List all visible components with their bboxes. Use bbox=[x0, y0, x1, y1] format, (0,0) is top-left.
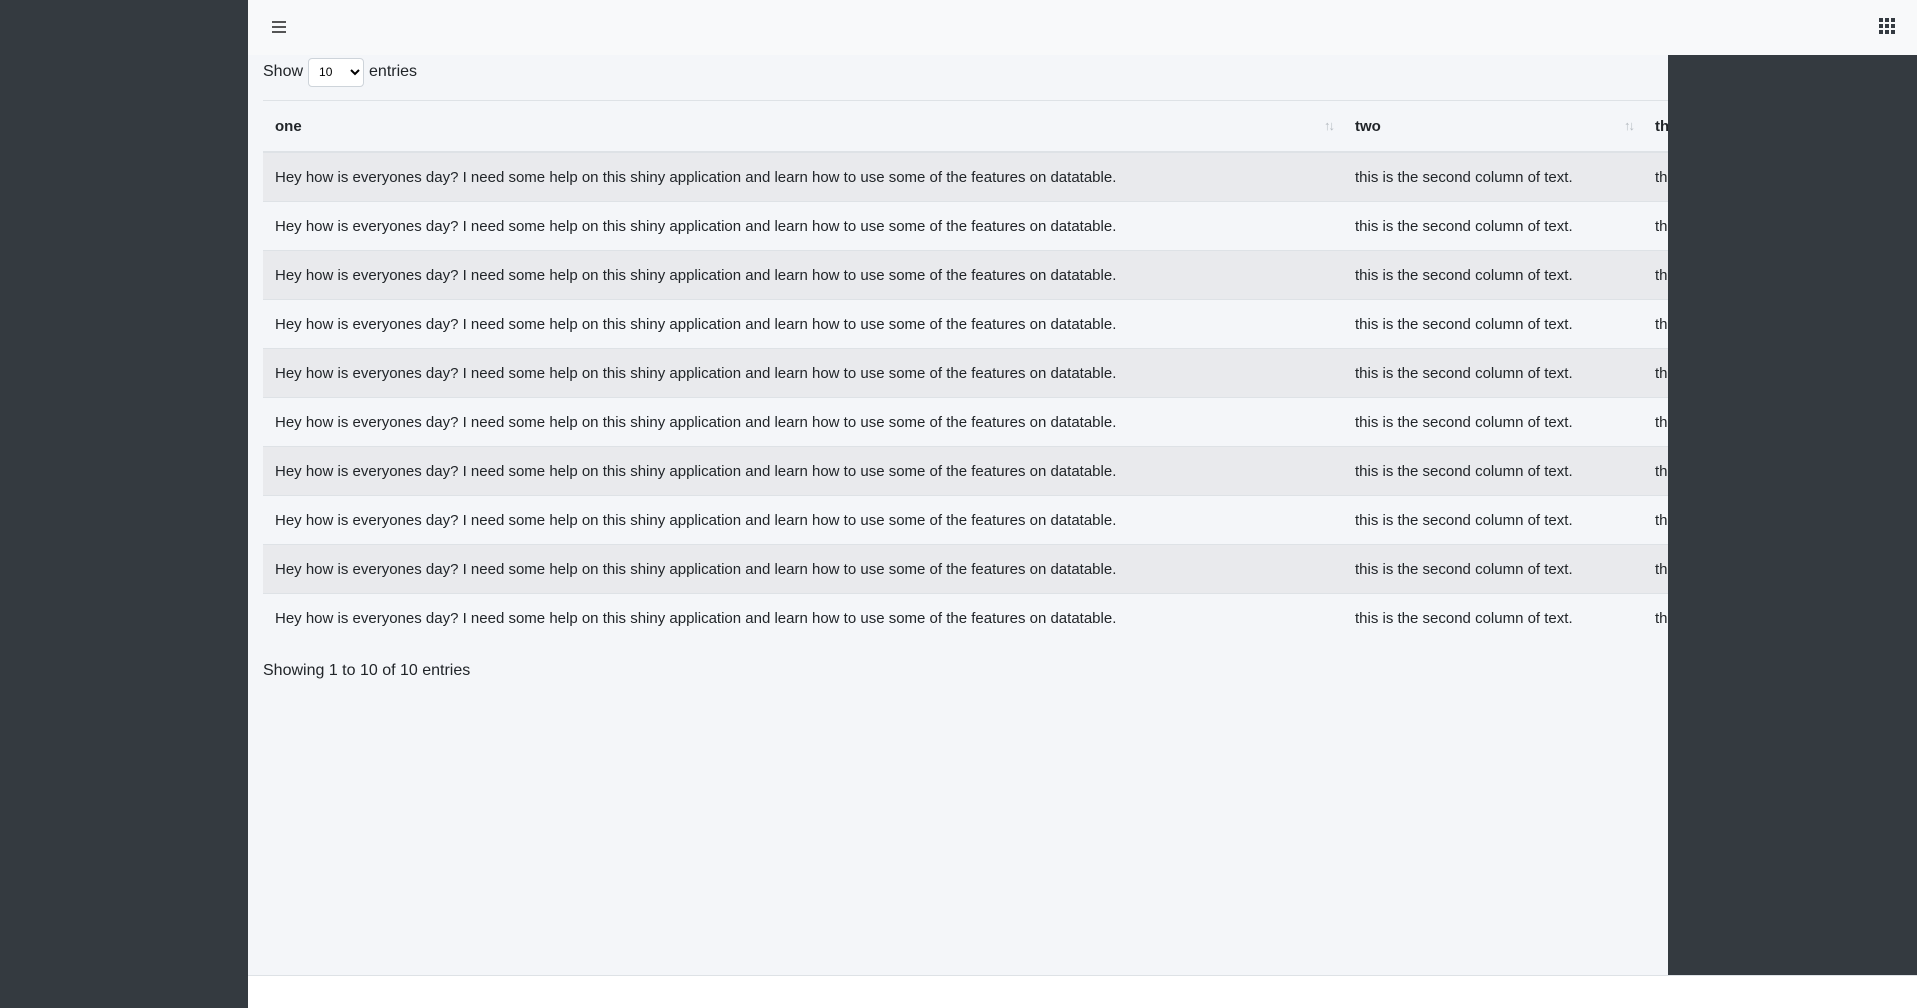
data-table: one ↑↓ two ↑↓ thre Hey how is everyones … bbox=[263, 101, 1668, 641]
table-cell: this is the second column of text. bbox=[1343, 151, 1643, 202]
table-info: Showing 1 to 10 of 10 entries bbox=[263, 662, 471, 679]
table-cell: this is the second column of text. bbox=[1343, 348, 1643, 398]
entries-select[interactable]: 10 bbox=[308, 57, 365, 87]
sort-arrows-icon[interactable]: ↑↓ bbox=[1624, 118, 1635, 133]
table-cell: this bbox=[1643, 397, 1668, 447]
column-header-label: two bbox=[1355, 117, 1381, 135]
show-label: Show bbox=[263, 63, 304, 80]
table-cell: Hey how is everyones day? I need some he… bbox=[263, 348, 1343, 398]
table-cell: this bbox=[1643, 201, 1668, 251]
column-header-label: one bbox=[275, 117, 302, 135]
table-cell: this bbox=[1643, 544, 1668, 594]
sort-arrows-icon[interactable]: ↑↓ bbox=[1324, 118, 1335, 133]
table-cell: this bbox=[1643, 446, 1668, 496]
table-row[interactable]: Hey how is everyones day? I need some he… bbox=[263, 446, 1668, 496]
table-cell: Hey how is everyones day? I need some he… bbox=[263, 250, 1343, 300]
table-header-row: one ↑↓ two ↑↓ thre bbox=[263, 101, 1668, 153]
table-cell: this is the second column of text. bbox=[1343, 495, 1643, 545]
table-cell: this is the second column of text. bbox=[1343, 250, 1643, 300]
control-sidebar bbox=[1668, 55, 1917, 976]
table-cell: this bbox=[1643, 495, 1668, 545]
table-cell: this bbox=[1643, 299, 1668, 349]
table-cell: this is the second column of text. bbox=[1343, 201, 1643, 251]
footer bbox=[248, 975, 1917, 1008]
table-cell: Hey how is everyones day? I need some he… bbox=[263, 397, 1343, 447]
content-wrapper: Show 10 entries one ↑↓ two ↑↓ th Hey how… bbox=[248, 0, 1917, 1008]
table-cell: this is the second column of text. bbox=[1343, 446, 1643, 496]
table-row[interactable]: Hey how is everyones day? I need some he… bbox=[263, 397, 1668, 447]
main-sidebar bbox=[0, 0, 248, 1007]
table-cell: this bbox=[1643, 151, 1668, 202]
table-row[interactable]: Hey how is everyones day? I need some he… bbox=[263, 544, 1668, 594]
column-header-three[interactable]: thre bbox=[1643, 101, 1668, 153]
table-cell: this is the second column of text. bbox=[1343, 593, 1643, 641]
length-menu: Show 10 entries bbox=[263, 57, 417, 87]
table-row[interactable]: Hey how is everyones day? I need some he… bbox=[263, 593, 1668, 641]
table-row[interactable]: Hey how is everyones day? I need some he… bbox=[263, 348, 1668, 398]
table-cell: Hey how is everyones day? I need some he… bbox=[263, 544, 1343, 594]
entries-label: entries bbox=[369, 63, 418, 80]
table-row[interactable]: Hey how is everyones day? I need some he… bbox=[263, 201, 1668, 251]
table-cell: Hey how is everyones day? I need some he… bbox=[263, 201, 1343, 251]
grid-apps-icon[interactable] bbox=[1879, 18, 1897, 36]
table-row[interactable]: Hey how is everyones day? I need some he… bbox=[263, 495, 1668, 545]
table-row[interactable]: Hey how is everyones day? I need some he… bbox=[263, 151, 1668, 202]
table-row[interactable]: Hey how is everyones day? I need some he… bbox=[263, 250, 1668, 300]
table-cell: Hey how is everyones day? I need some he… bbox=[263, 593, 1343, 641]
table-cell: this is the second column of text. bbox=[1343, 397, 1643, 447]
table-cell: Hey how is everyones day? I need some he… bbox=[263, 495, 1343, 545]
column-header-label: thre bbox=[1655, 117, 1668, 135]
table-cell: Hey how is everyones day? I need some he… bbox=[263, 446, 1343, 496]
column-header-two[interactable]: two ↑↓ bbox=[1343, 101, 1643, 153]
table-row[interactable]: Hey how is everyones day? I need some he… bbox=[263, 299, 1668, 349]
table-body: Hey how is everyones day? I need some he… bbox=[263, 151, 1668, 641]
column-header-one[interactable]: one ↑↓ bbox=[263, 101, 1343, 153]
table-cell: Hey how is everyones day? I need some he… bbox=[263, 151, 1343, 202]
table-cell: this bbox=[1643, 250, 1668, 300]
table-cell: this is the second column of text. bbox=[1343, 544, 1643, 594]
table-cell: Hey how is everyones day? I need some he… bbox=[263, 299, 1343, 349]
table-cell: this bbox=[1643, 593, 1668, 641]
hamburger-menu-icon[interactable] bbox=[270, 17, 288, 37]
top-navbar bbox=[248, 0, 1917, 55]
main-content: Show 10 entries one ↑↓ two ↑↓ th Hey how… bbox=[263, 55, 1668, 755]
table-scroll-area[interactable]: one ↑↓ two ↑↓ thre Hey how is everyones … bbox=[263, 100, 1668, 641]
table-cell: this is the second column of text. bbox=[1343, 299, 1643, 349]
table-cell: this bbox=[1643, 348, 1668, 398]
